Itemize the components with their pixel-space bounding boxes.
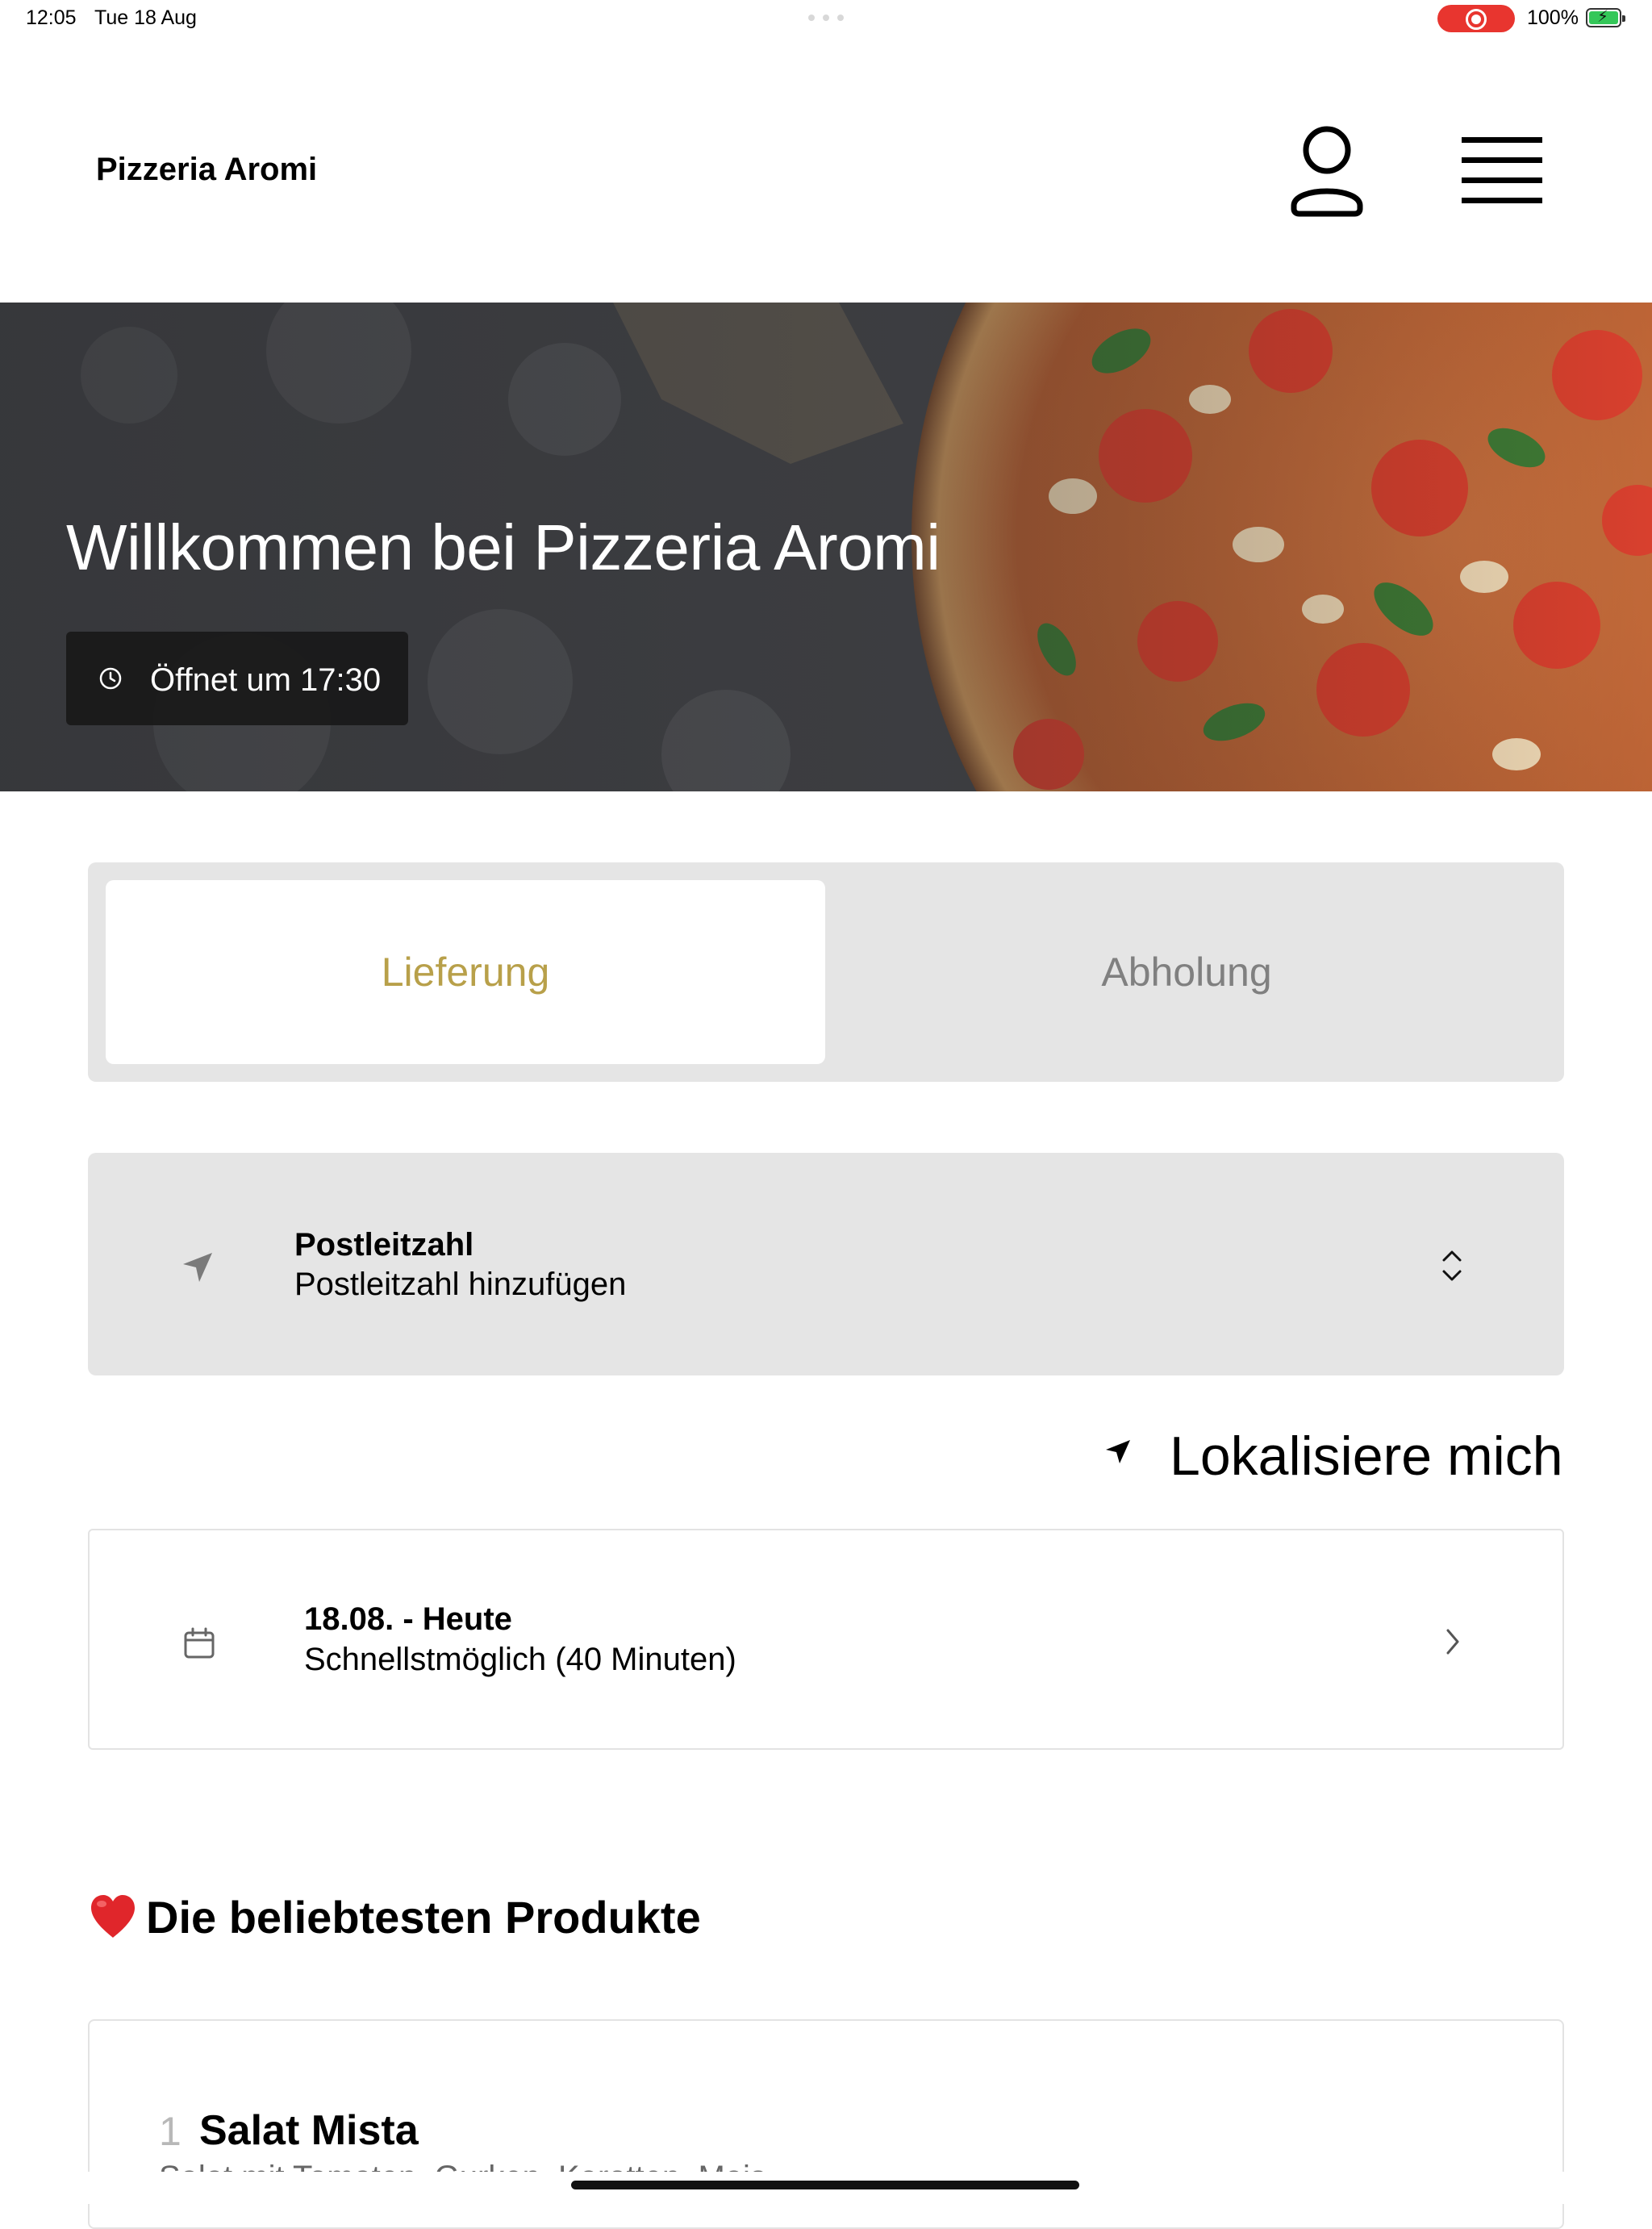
delivery-date: 18.08. - Heute xyxy=(304,1601,512,1637)
menu-line xyxy=(1462,198,1542,203)
app-title[interactable]: Pizzeria Aromi xyxy=(96,152,317,188)
screen-recording-icon[interactable] xyxy=(1437,5,1515,32)
calendar-icon xyxy=(184,1627,215,1659)
status-date: Tue 18 Aug xyxy=(94,6,197,29)
clock-icon xyxy=(99,667,122,690)
localize-me-label: Lokalisiere mich xyxy=(1170,1425,1563,1487)
user-icon xyxy=(1291,126,1363,217)
hero-title: Willkommen bei Pizzeria Aromi xyxy=(66,511,941,583)
postcode-value: Postleitzahl hinzufügen xyxy=(294,1267,627,1302)
opening-hours-text: Öffnet um 17:30 xyxy=(150,662,382,698)
order-mode-segmented-control: Lieferung Abholung xyxy=(88,862,1564,1082)
opening-hours-badge: Öffnet um 17:30 xyxy=(66,632,408,725)
postcode-selector[interactable]: Postleitzahl Postleitzahl hinzufügen xyxy=(88,1153,1564,1375)
menu-line xyxy=(1462,177,1542,183)
product-name: Salat Mista xyxy=(199,2107,419,2154)
battery-percentage: 100% xyxy=(1527,6,1579,29)
location-arrow-icon xyxy=(1106,1440,1130,1463)
status-bar: 12:05 Tue 18 Aug 100% ⚡ xyxy=(0,0,1652,39)
tab-abholung[interactable]: Abholung xyxy=(827,880,1546,1064)
postcode-label: Postleitzahl xyxy=(294,1227,474,1263)
popular-products-heading: Die beliebtesten Produkte xyxy=(88,1891,701,1943)
tab-lieferung[interactable]: Lieferung xyxy=(106,880,825,1064)
delivery-time-estimate: Schnellstmöglich (40 Minuten) xyxy=(304,1642,736,1677)
hero-banner: Willkommen bei Pizzeria Aromi Öffnet um … xyxy=(0,303,1652,791)
battery-charging-icon: ⚡ xyxy=(1586,8,1625,27)
home-indicator[interactable] xyxy=(571,2181,1079,2189)
multitasking-dots-icon[interactable] xyxy=(808,15,844,21)
product-rank: 1 xyxy=(159,2109,181,2154)
chevron-up-down-icon xyxy=(1442,1250,1462,1281)
user-account-button[interactable] xyxy=(1289,125,1365,217)
chevron-right-icon xyxy=(1446,1629,1459,1655)
delivery-time-selector[interactable]: 18.08. - Heute Schnellstmöglich (40 Minu… xyxy=(88,1529,1564,1750)
hamburger-menu-button[interactable] xyxy=(1462,136,1542,207)
heart-icon xyxy=(91,1895,135,1938)
location-arrow-icon xyxy=(183,1253,212,1282)
menu-line xyxy=(1462,137,1542,143)
menu-line xyxy=(1462,157,1542,163)
status-time: 12:05 xyxy=(26,6,77,29)
popular-products-title: Die beliebtesten Produkte xyxy=(146,1892,701,1943)
